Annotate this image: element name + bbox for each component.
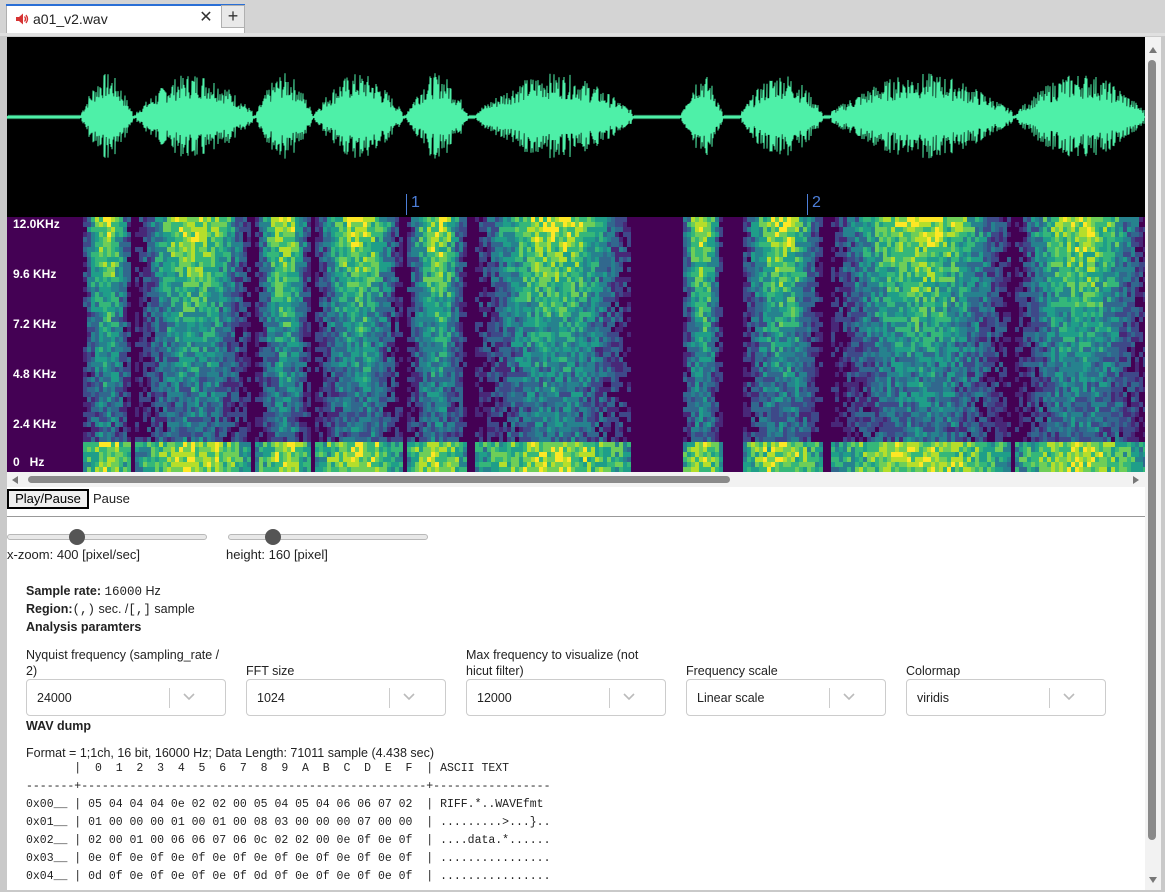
close-icon[interactable]: ✕ [197,9,215,27]
nyquist-label: Nyquist frequency (sampling_rate / 2) [26,648,220,678]
divider [7,516,1145,517]
nyquist-select[interactable]: 24000 [26,679,226,716]
freq-label: 0 Hz [13,455,45,469]
slider-knob[interactable] [69,529,85,545]
max-frequency-label: Max frequency to visualize (not hicut fi… [466,648,639,678]
tab-active-indicator [6,4,245,6]
waveform-plot [7,73,1145,159]
tab-divider [0,33,1165,36]
select-value: viridis [917,691,949,705]
freq-label: 9.6 KHz [13,267,57,281]
colormap-select[interactable]: viridis [906,679,1106,716]
chevron-down-icon[interactable] [621,688,637,704]
chevron-down-icon[interactable] [1061,688,1077,704]
time-marker-label: 1 [411,194,420,211]
spectrogram-plot [83,217,1145,472]
freq-label: 4.8 KHz [13,367,57,381]
slider-track [7,534,207,540]
select-separator [1049,688,1050,708]
xzoom-slider[interactable] [7,529,207,545]
fft-size-select[interactable]: 1024 [246,679,446,716]
freq-label: 7.2 KHz [13,317,57,331]
waveform-view[interactable]: 1 2 [7,37,1145,217]
analysis-heading: Analysis paramters [26,620,141,634]
spectrogram-view[interactable]: 12.0KHz 9.6 KHz 7.2 KHz 4.8 KHz 2.4 KHz … [7,217,1145,472]
max-frequency-select[interactable]: 12000 [466,679,666,716]
region-sample-unit: sample [154,602,195,616]
hex-dump: | 0 1 2 3 4 5 6 7 8 9 A B C D E F | ASCI… [26,760,551,886]
time-marker-2: 2 [807,194,821,215]
window-edge [1161,37,1165,892]
speaker-icon [16,13,29,25]
sample-rate-unit: Hz [145,584,161,598]
wav-format-line: Format = 1;1ch, 16 bit, 16000 Hz; Data L… [26,746,434,760]
height-slider[interactable] [228,529,428,545]
region-sec-unit: sec. / [98,602,129,616]
scrollbar-thumb[interactable] [28,476,730,483]
freq-label: 12.0KHz [13,217,60,231]
select-separator [829,688,830,708]
wav-dump-heading-text: WAV dump [26,719,92,733]
scrollbar-thumb[interactable] [1148,60,1156,840]
sample-rate-label: Sample rate: [26,584,102,598]
select-separator [609,688,610,708]
hex-row: 0x01__ | 01 00 00 00 01 00 01 00 08 03 0… [26,816,551,829]
region-label: Region: [26,602,73,616]
scroll-left-icon[interactable] [12,476,18,484]
frequency-scale-select[interactable]: Linear scale [686,679,886,716]
sample-rate-value: 16000 [104,585,143,599]
chevron-down-icon[interactable] [181,688,197,704]
select-value: Linear scale [697,691,765,705]
time-marker-1: 1 [406,194,420,215]
horizontal-scrollbar[interactable] [7,472,1145,487]
waveform-trace [7,73,1145,159]
tab-bar: a01_v2.wav ✕ + [0,0,1165,33]
chevron-down-icon[interactable] [401,688,417,704]
hex-header-row: | 0 1 2 3 4 5 6 7 8 9 A B C D E F | ASCI… [26,762,510,775]
hex-row: 0x03__ | 0e 0f 0e 0f 0e 0f 0e 0f 0e 0f 0… [26,852,551,865]
hex-row: 0x00__ | 05 04 04 04 0e 02 02 00 05 04 0… [26,798,544,811]
select-separator [389,688,390,708]
new-tab-button[interactable]: + [221,5,245,28]
select-value: 12000 [477,691,512,705]
analysis-heading-text: Analysis paramters [26,620,142,634]
select-value: 24000 [37,691,72,705]
frequency-scale-label: Frequency scale [686,664,778,678]
tab-title: a01_v2.wav [33,11,108,27]
region-line: Region:(,) sec. /[,] sample [26,602,195,617]
scroll-down-icon[interactable] [1149,877,1157,883]
region-sample-value: [,] [128,603,151,617]
scroll-up-icon[interactable] [1149,47,1157,53]
hex-row: 0x02__ | 02 00 01 00 06 06 07 06 0c 02 0… [26,834,551,847]
slider-track [228,534,428,540]
vertical-scrollbar[interactable] [1145,37,1161,890]
hex-row: 0x04__ | 0d 0f 0e 0f 0e 0f 0e 0f 0d 0f 0… [26,870,551,883]
hex-separator-row: -------+--------------------------------… [26,780,551,793]
select-separator [169,688,170,708]
play-pause-button[interactable]: Play/Pause [7,489,89,509]
freq-label: 2.4 KHz [13,417,57,431]
colormap-label: Colormap [906,664,961,678]
playback-status: Pause [93,491,130,506]
height-label: height: 160 [pixel] [226,547,328,562]
fft-size-label: FFT size [246,664,295,678]
tab-a01-v2[interactable]: a01_v2.wav ✕ [6,4,245,33]
scroll-right-icon[interactable] [1133,476,1139,484]
chevron-down-icon[interactable] [841,688,857,704]
wav-dump-heading: WAV dump [26,719,91,733]
sample-rate-line: Sample rate: 16000 Hz [26,584,161,599]
region-sec-value: (,) [72,603,96,617]
xzoom-label: x-zoom: 400 [pixel/sec] [7,547,140,562]
time-marker-label: 2 [812,194,821,211]
editor-content: 1 2 12.0KHz 9.6 KHz 7.2 KHz 4.8 KHz 2.4 … [7,37,1145,890]
slider-knob[interactable] [265,529,281,545]
select-value: 1024 [257,691,285,705]
